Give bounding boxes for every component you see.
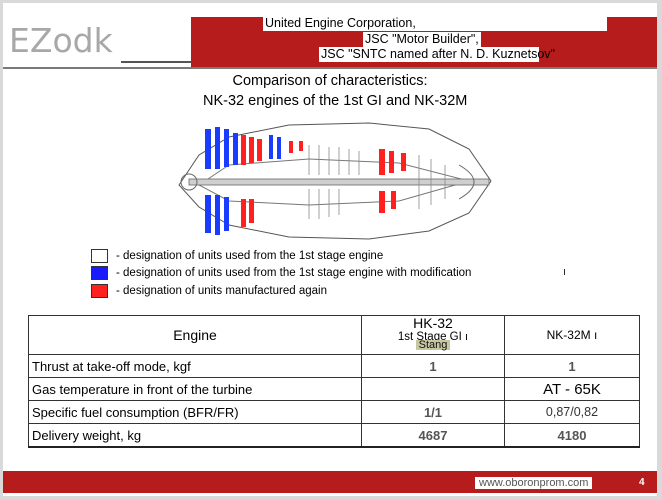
table-header-row: Engine HK-32 1st Stage GI ı Stang NK-32M… — [28, 315, 640, 355]
comparison-table: Engine HK-32 1st Stage GI ı Stang NK-32M… — [28, 315, 640, 448]
header-engine: Engine — [28, 315, 362, 355]
header-nk32m-text: NK-32M — [546, 328, 591, 342]
table-row: Thrust at take-off mode, kgf 1 1 — [28, 354, 640, 378]
legend-swatch-white — [91, 249, 108, 263]
slide-subtitle: NK-32 engines of the 1st GI and NK-32M — [203, 93, 468, 109]
row-value-nk32m: 0,87/0,82 — [504, 400, 640, 424]
legend-swatch-red — [91, 284, 108, 298]
slide-title: Comparison of characteristics: — [232, 73, 428, 89]
row-label: Thrust at take-off mode, kgf — [28, 354, 362, 378]
legend-swatch-blue — [91, 266, 108, 280]
corp-line-1: United Engine Corporation, — [263, 16, 607, 31]
header-nk32-mark: ı — [465, 331, 469, 343]
header-nk32m: NK-32M ı — [504, 315, 640, 355]
header-nk32: HK-32 1st Stage GI ı Stang — [361, 315, 505, 355]
corp-line-2: JSC "Motor Builder", — [363, 32, 481, 47]
table-row: Specific fuel consumption (BFR/FR) 1/1 0… — [28, 400, 640, 424]
legend-tick-mark: ı — [563, 266, 567, 278]
row-value-nk32m: AT - 65K — [504, 377, 640, 401]
row-value-nk32m: 4180 — [504, 423, 640, 448]
row-value-nk32: 4687 — [361, 423, 505, 448]
row-value-nk32 — [361, 377, 505, 401]
header-nk32-tag-wrap: Stang — [365, 340, 501, 354]
page-number: 4 — [639, 477, 645, 488]
company-logo: EZodk — [9, 21, 113, 60]
legend-item-unmodified: - designation of units used from the 1st… — [91, 249, 383, 265]
legend-label-modified: - designation of units used from the 1st… — [116, 267, 472, 280]
header-divider — [3, 67, 657, 69]
corp-line-3: JSC "SNTC named after N. D. Kuznetsov" — [319, 47, 555, 62]
table-row: Gas temperature in front of the turbine … — [28, 377, 640, 401]
header-nk32m-mark: ı — [594, 328, 598, 342]
row-label: Delivery weight, kg — [28, 423, 362, 448]
header-nk32-tag: Stang — [415, 340, 451, 351]
legend-label-unmodified: - designation of units used from the 1st… — [116, 250, 384, 263]
legend-item-new: - designation of units manufactured agai… — [91, 284, 327, 300]
footer-url: www.oboronprom.com — [475, 477, 593, 489]
legend-item-modified: - designation of units used from the 1st… — [91, 266, 471, 282]
slide: EZodk United Engine Corporation, JSC "Mo… — [3, 3, 657, 496]
table-row: Delivery weight, kg 4687 4180 — [28, 423, 640, 448]
row-value-nk32: 1 — [361, 354, 505, 378]
row-label: Gas temperature in front of the turbine — [28, 377, 362, 401]
logo-underline — [121, 61, 191, 63]
row-label: Specific fuel consumption (BFR/FR) — [28, 400, 362, 424]
row-value-nk32m: 1 — [504, 354, 640, 378]
row-value-nk32: 1/1 — [361, 400, 505, 424]
legend-label-new: - designation of units manufactured agai… — [116, 285, 327, 298]
engine-cross-section-diagram — [169, 115, 499, 247]
header-nk32-main: HK-32 — [413, 315, 453, 331]
